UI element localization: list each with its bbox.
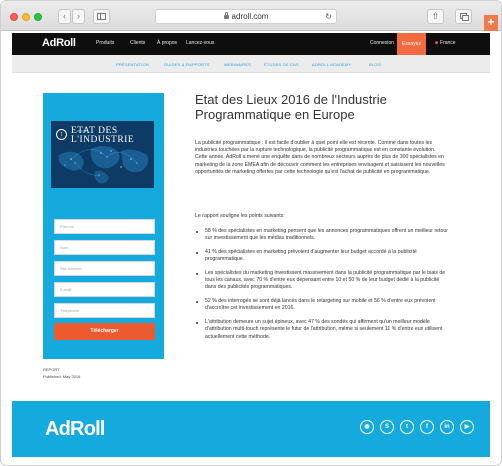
- subnav-blog[interactable]: BLOG: [369, 62, 381, 67]
- rss-icon[interactable]: ◉: [360, 420, 374, 434]
- list-item: 58 % des spécialistes en marketing pense…: [195, 228, 451, 242]
- download-panel: ↑ ETAT DES L'INDUSTRIE 2016 DE Prénom No…: [43, 93, 164, 359]
- forward-button[interactable]: ›: [72, 9, 85, 24]
- list-item: L'attribution demeure un sujet épineux, …: [195, 319, 451, 341]
- tabs-icon-back: [462, 15, 469, 21]
- report-cover-image: ↑ ETAT DES L'INDUSTRIE 2016 DE: [51, 121, 154, 188]
- back-button[interactable]: ‹: [58, 9, 71, 24]
- essayez-button[interactable]: Essayez: [397, 33, 426, 55]
- sidebar-icon: [97, 13, 106, 20]
- content-type-label: REPORT: [43, 367, 60, 372]
- published-date: Published: May 2016: [43, 374, 81, 379]
- sidebar-toggle-button[interactable]: [93, 9, 110, 24]
- download-button[interactable]: Télécharger: [54, 323, 155, 340]
- skype-icon[interactable]: S: [380, 420, 394, 434]
- nav-link-clients[interactable]: Clients: [130, 40, 145, 46]
- page-title: Etat des Lieux 2016 de l'Industrie Progr…: [195, 92, 387, 122]
- intro-paragraph: La publicité programmatique : il est fac…: [195, 140, 445, 175]
- zoom-window-icon[interactable]: [34, 13, 42, 21]
- reload-icon[interactable]: ↻: [325, 10, 332, 23]
- nav-link-produits[interactable]: Produits: [96, 40, 114, 46]
- subnav-etudes-de-cas[interactable]: ÉTUDES DE CAS: [264, 62, 299, 67]
- address-bar[interactable]: adroll.com ↻: [155, 9, 337, 24]
- subnav-presentation[interactable]: PRÉSENTATION: [116, 62, 149, 67]
- facebook-icon[interactable]: f: [420, 420, 434, 434]
- show-tabs-button[interactable]: [455, 9, 472, 24]
- cover-title-line2: L'INDUSTRIE: [71, 135, 135, 145]
- twitter-icon[interactable]: t: [400, 420, 414, 434]
- cover-subtitle: 2016 DE: [77, 130, 87, 133]
- sub-navigation: PRÉSENTATION GUIDES & RAPPORTS WEBINAIRE…: [12, 55, 490, 73]
- browser-toolbar: ‹ › adroll.com ↻ ⇧ +: [1, 1, 501, 31]
- minimize-window-icon[interactable]: [22, 13, 30, 21]
- arrow-icon: ↑: [56, 129, 67, 140]
- flag-icon: ■: [435, 40, 439, 46]
- url-text: adroll.com: [231, 12, 269, 21]
- subnav-adroll-academy[interactable]: ADROLL ACADEMY: [312, 62, 351, 67]
- connexion-link[interactable]: Connexion: [370, 40, 394, 46]
- browser-window: ‹ › adroll.com ↻ ⇧ + AdRoll Produits Cli…: [0, 0, 502, 466]
- country-label: France: [440, 40, 456, 46]
- nav-link-a-propos[interactable]: À propos: [157, 40, 177, 46]
- key-points-list: 58 % des spécialistes en marketing pense…: [195, 228, 451, 347]
- phone-field[interactable]: Téléphone: [54, 303, 155, 318]
- list-item: Les spécialistes du marketing investisse…: [195, 270, 451, 292]
- email-field[interactable]: E-mail: [54, 282, 155, 297]
- linkedin-icon[interactable]: in: [440, 420, 454, 434]
- close-window-icon[interactable]: [10, 13, 18, 21]
- adroll-logo[interactable]: AdRoll: [42, 37, 76, 49]
- list-item: 52 % des interrogés se sont déjà lancés …: [195, 298, 451, 312]
- nav-link-lancez-vous[interactable]: Lancez-vous: [186, 40, 214, 46]
- site-footer: AdRoll ◉ S t f in ▶: [12, 401, 490, 457]
- list-item: 41 % des spécialistes en marketing prévo…: [195, 249, 451, 263]
- subnav-guides-rapports[interactable]: GUIDES & RAPPORTS: [164, 62, 210, 67]
- footer-logo[interactable]: AdRoll: [45, 418, 105, 441]
- first-name-field[interactable]: Prénom: [54, 219, 155, 234]
- share-button[interactable]: ⇧: [427, 9, 444, 24]
- youtube-icon[interactable]: ▶: [460, 420, 474, 434]
- last-name-field[interactable]: Nom: [54, 240, 155, 255]
- lead-paragraph: Le rapport souligne les points suivants:: [195, 213, 285, 219]
- lock-icon: [223, 12, 229, 19]
- new-tab-button[interactable]: +: [484, 15, 498, 31]
- subnav-webinaires[interactable]: WEBINAIRES: [224, 62, 251, 67]
- website-field[interactable]: Site Internet: [54, 261, 155, 276]
- site-header: AdRoll Produits Clients À propos Lancez-…: [12, 33, 490, 55]
- country-selector[interactable]: ■ France: [435, 40, 456, 46]
